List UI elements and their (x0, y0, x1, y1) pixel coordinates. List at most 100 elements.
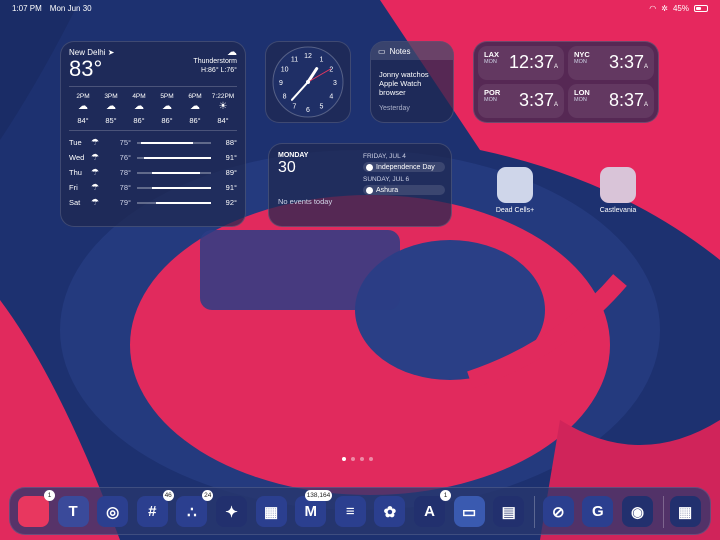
castlevania-app-icon (600, 167, 636, 203)
day-high: 88° (225, 138, 237, 147)
day-low: 76° (119, 153, 131, 162)
world-clock-city: LAX MON 12:37A (478, 46, 564, 80)
day-low: 79° (119, 198, 131, 207)
clock-numeral: 12 (304, 53, 312, 60)
dock-separator (533, 496, 535, 528)
hour-time: 7:22PM (211, 93, 235, 100)
page-indicator[interactable] (342, 457, 373, 461)
files-app-icon[interactable]: ▭ (453, 496, 485, 527)
messages-app-icon[interactable]: 1 (18, 490, 55, 527)
hour-time: 4PM (132, 93, 146, 100)
clock-numeral: 2 (329, 67, 333, 74)
page-dot[interactable] (342, 457, 346, 461)
day-forecast: Thu ☂ 78° 89° (69, 165, 237, 180)
gmail-glyph-icon: M (304, 503, 317, 520)
hour-forecast: 5PM ☁ 86° (153, 93, 181, 125)
asana-app-icon[interactable]: ∴ 24 (176, 490, 214, 527)
dock: 1 T ◎ #46 ∴ 24 ✦ ▦ M 138,164 ≡ ✿ A 1 ▭ ▤ ⊘ G ◉ ▦ (9, 487, 711, 535)
wallet-app-icon[interactable]: ▤ (493, 496, 525, 527)
wallet-glyph-icon: ▤ (501, 503, 516, 521)
calendar-widget[interactable]: MONDAY 30 No events today FRIDAY, JUL 4 … (268, 143, 452, 227)
cloud-icon: ☁ (134, 101, 144, 112)
files-glyph-icon: ▭ (462, 503, 477, 521)
upcoming-header: FRIDAY, JUL 4 (363, 153, 406, 160)
rain-cloud-icon: ☂ (91, 137, 100, 147)
clock-numeral: 4 (329, 94, 333, 101)
day-forecast: Wed ☂ 76° 91° (69, 150, 237, 165)
notes-date: Yesterday (379, 105, 410, 112)
clock-numeral: 7 (293, 103, 297, 110)
hour-temp: 84° (217, 116, 229, 125)
analog-clock-face: 121234567891011 (272, 46, 344, 118)
calendar-event[interactable]: Independence Day (363, 162, 445, 172)
hour-temp: 86° (189, 116, 201, 125)
teams-app-icon[interactable]: T (57, 496, 89, 527)
grammarly-app-icon[interactable]: G (582, 496, 614, 527)
world-clock-widget[interactable]: LAX MON 12:37A NYC MON 3:37A POR MON 3:37A… (473, 41, 659, 123)
app-library-app-icon[interactable]: ▦ (669, 496, 701, 527)
clock-numeral: 6 (306, 107, 310, 114)
upcoming-header: SUNDAY, JUL 6 (363, 176, 410, 183)
rain-cloud-icon: ☂ (91, 152, 100, 162)
sheets-app-icon[interactable]: ▦ (255, 496, 287, 527)
page-dot[interactable] (360, 457, 364, 461)
gemini-app-icon[interactable]: ✦ (216, 496, 247, 527)
day-name: Fri (69, 183, 78, 192)
hour-forecast: 7:22PM ☀ 84° (209, 93, 237, 125)
clock-numeral: 1 (320, 57, 324, 64)
compressor-app-icon[interactable]: ◉ (622, 496, 653, 527)
clock-numeral: 10 (281, 67, 289, 74)
hour-temp: 85° (105, 116, 117, 125)
weather-hilo: H:86° L:76° (201, 67, 237, 74)
sheets-glyph-icon: ▦ (264, 503, 279, 521)
rain-cloud-icon: ☂ (91, 182, 100, 192)
photos-glyph-icon: ✿ (383, 503, 397, 521)
page-dot[interactable] (351, 457, 355, 461)
slack-app-icon[interactable]: #46 (136, 490, 174, 527)
battery-percent: 45% (672, 3, 689, 13)
hour-temp: 84° (77, 116, 89, 125)
app-dead-cells[interactable]: Dead Cells+ (485, 167, 545, 214)
app-store-app-icon[interactable]: A1 (414, 490, 451, 527)
ampm-label: A (643, 102, 648, 108)
cloud-icon: ☁ (106, 101, 116, 112)
notification-badge: 138,164 (304, 490, 333, 501)
world-clock-city: NYC MON 3:37A (568, 46, 654, 80)
clock-center (306, 80, 310, 84)
chrome-app-icon[interactable]: ◎ (97, 496, 129, 527)
event-title: Ashura (376, 186, 399, 194)
hour-forecast: 2PM ☁ 84° (69, 93, 97, 125)
clock-widget[interactable]: 12 1 2 3 4 5 6 7 8 9 10 11 (265, 41, 351, 123)
notes-widget[interactable]: ▭ Notes Jonny watchos Apple Watch browse… (370, 41, 454, 123)
gmail-app-icon[interactable]: M 138,164 (295, 490, 333, 527)
day-forecast: Fri ☂ 78° 91° (69, 180, 237, 195)
day-high: 89° (225, 168, 237, 177)
world-city-time: 3:37A (608, 52, 648, 72)
asana-glyph-icon: ∴ (187, 503, 197, 521)
notification-badge: 24 (202, 490, 214, 501)
chrome-glyph-icon: ◎ (106, 503, 120, 521)
page-dot[interactable] (369, 457, 373, 461)
cloud-icon: ☁ (190, 101, 200, 112)
temp-range-bar (137, 201, 211, 204)
event-title: Independence Day (376, 163, 435, 171)
docs-app-icon[interactable]: ≡ (334, 496, 366, 527)
notes-header: ▭ Notes (371, 42, 453, 60)
hour-time: 2PM (76, 93, 90, 100)
battery-icon (694, 4, 708, 12)
safari-glyph-icon: ⊘ (552, 503, 565, 521)
app-castlevania[interactable]: Castlevania (588, 167, 648, 214)
calendar-event[interactable]: Ashura (363, 185, 445, 195)
weather-widget[interactable]: New Delhi ➤ 83° ☁ Thunderstorm H:86° L:7… (60, 41, 246, 227)
wifi-icon: ◠ (649, 3, 657, 13)
notification-badge: 46 (162, 490, 174, 501)
clock-numeral: 9 (279, 80, 283, 87)
orientation-lock-icon: ✲ (661, 3, 668, 13)
app-label: Dead Cells+ (495, 207, 535, 214)
safari-app-icon[interactable]: ⊘ (542, 496, 574, 527)
photos-app-icon[interactable]: ✿ (374, 496, 406, 527)
hour-time: 5PM (160, 93, 174, 100)
day-high: 91° (225, 153, 237, 162)
docs-glyph-icon: ≡ (345, 503, 355, 520)
hour-temp: 86° (133, 116, 145, 125)
